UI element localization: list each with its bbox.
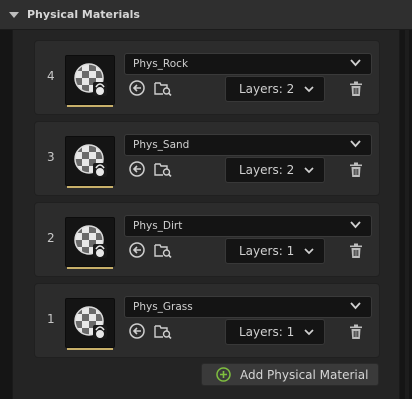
- physical-material-thumbnail-icon: [74, 63, 107, 96]
- trash-icon[interactable]: [349, 162, 363, 178]
- material-layer-row: 3 Phys_Sand Layers: 2: [34, 121, 380, 196]
- material-name: Phys_Rock: [133, 58, 189, 70]
- browse-asset-icon[interactable]: [154, 323, 172, 339]
- layers-count-label: Layers: 1: [239, 325, 295, 339]
- material-picker[interactable]: Phys_Grass: [124, 296, 372, 318]
- trash-icon[interactable]: [349, 243, 363, 259]
- layers-count-select[interactable]: Layers: 1: [225, 238, 325, 264]
- browse-asset-icon[interactable]: [154, 242, 172, 258]
- material-picker[interactable]: Phys_Dirt: [124, 215, 372, 237]
- material-picker[interactable]: Phys_Sand: [124, 134, 372, 156]
- chevron-down-icon: [350, 302, 361, 310]
- material-layer-row: 2 Phys_Dirt Layers: 1: [34, 202, 380, 277]
- use-selected-asset-icon[interactable]: [129, 161, 145, 177]
- physical-material-thumbnail-icon: [74, 225, 107, 258]
- material-layer-row: 1 Phys_Grass Layers: 1: [34, 283, 380, 358]
- layers-count-label: Layers: 2: [239, 82, 295, 96]
- physical-material-thumbnail-icon: [74, 144, 107, 177]
- layers-count-select[interactable]: Layers: 1: [225, 319, 325, 345]
- thumbnail-accent-bar: [67, 348, 113, 350]
- trash-icon[interactable]: [349, 81, 363, 97]
- material-picker[interactable]: Phys_Rock: [124, 53, 372, 75]
- use-selected-asset-icon[interactable]: [129, 323, 145, 339]
- material-thumbnail[interactable]: [65, 217, 115, 269]
- material-name: Phys_Grass: [133, 301, 193, 313]
- browse-asset-icon[interactable]: [154, 161, 172, 177]
- collapse-chevron-icon[interactable]: [9, 11, 19, 18]
- material-thumbnail[interactable]: [65, 136, 115, 188]
- layer-index: 2: [47, 231, 55, 245]
- add-button-label: Add Physical Material: [240, 367, 369, 382]
- chevron-down-icon: [304, 167, 314, 174]
- material-thumbnail[interactable]: [65, 298, 115, 350]
- chevron-down-icon: [350, 140, 361, 148]
- layer-index: 1: [47, 312, 55, 326]
- panel-scroll-gutter: [405, 30, 409, 399]
- thumbnail-accent-bar: [67, 267, 113, 269]
- thumbnail-accent-bar: [67, 105, 113, 107]
- chevron-down-icon: [350, 221, 361, 229]
- section-title: Physical Materials: [27, 8, 140, 21]
- plus-circle-icon: [216, 367, 231, 382]
- chevron-down-icon: [304, 248, 314, 255]
- chevron-down-icon: [304, 329, 314, 336]
- chevron-down-icon: [350, 59, 361, 67]
- material-name: Phys_Sand: [133, 139, 190, 151]
- use-selected-asset-icon[interactable]: [129, 242, 145, 258]
- layers-count-label: Layers: 2: [239, 163, 295, 177]
- layers-count-select[interactable]: Layers: 2: [225, 157, 325, 183]
- material-name: Phys_Dirt: [133, 220, 183, 232]
- material-thumbnail[interactable]: [65, 55, 115, 107]
- trash-icon[interactable]: [349, 324, 363, 340]
- material-layer-row: 4 Phys_Rock Layers: 2: [34, 40, 380, 115]
- chevron-down-icon: [304, 86, 314, 93]
- layer-index: 3: [47, 150, 55, 164]
- thumbnail-accent-bar: [67, 186, 113, 188]
- layers-count-label: Layers: 1: [239, 244, 295, 258]
- browse-asset-icon[interactable]: [154, 80, 172, 96]
- layers-count-select[interactable]: Layers: 2: [225, 76, 325, 102]
- physical-material-thumbnail-icon: [74, 306, 107, 339]
- layer-index: 4: [47, 69, 55, 83]
- use-selected-asset-icon[interactable]: [129, 80, 145, 96]
- physical-materials-header[interactable]: Physical Materials: [0, 0, 412, 30]
- add-physical-material-button[interactable]: Add Physical Material: [201, 363, 379, 386]
